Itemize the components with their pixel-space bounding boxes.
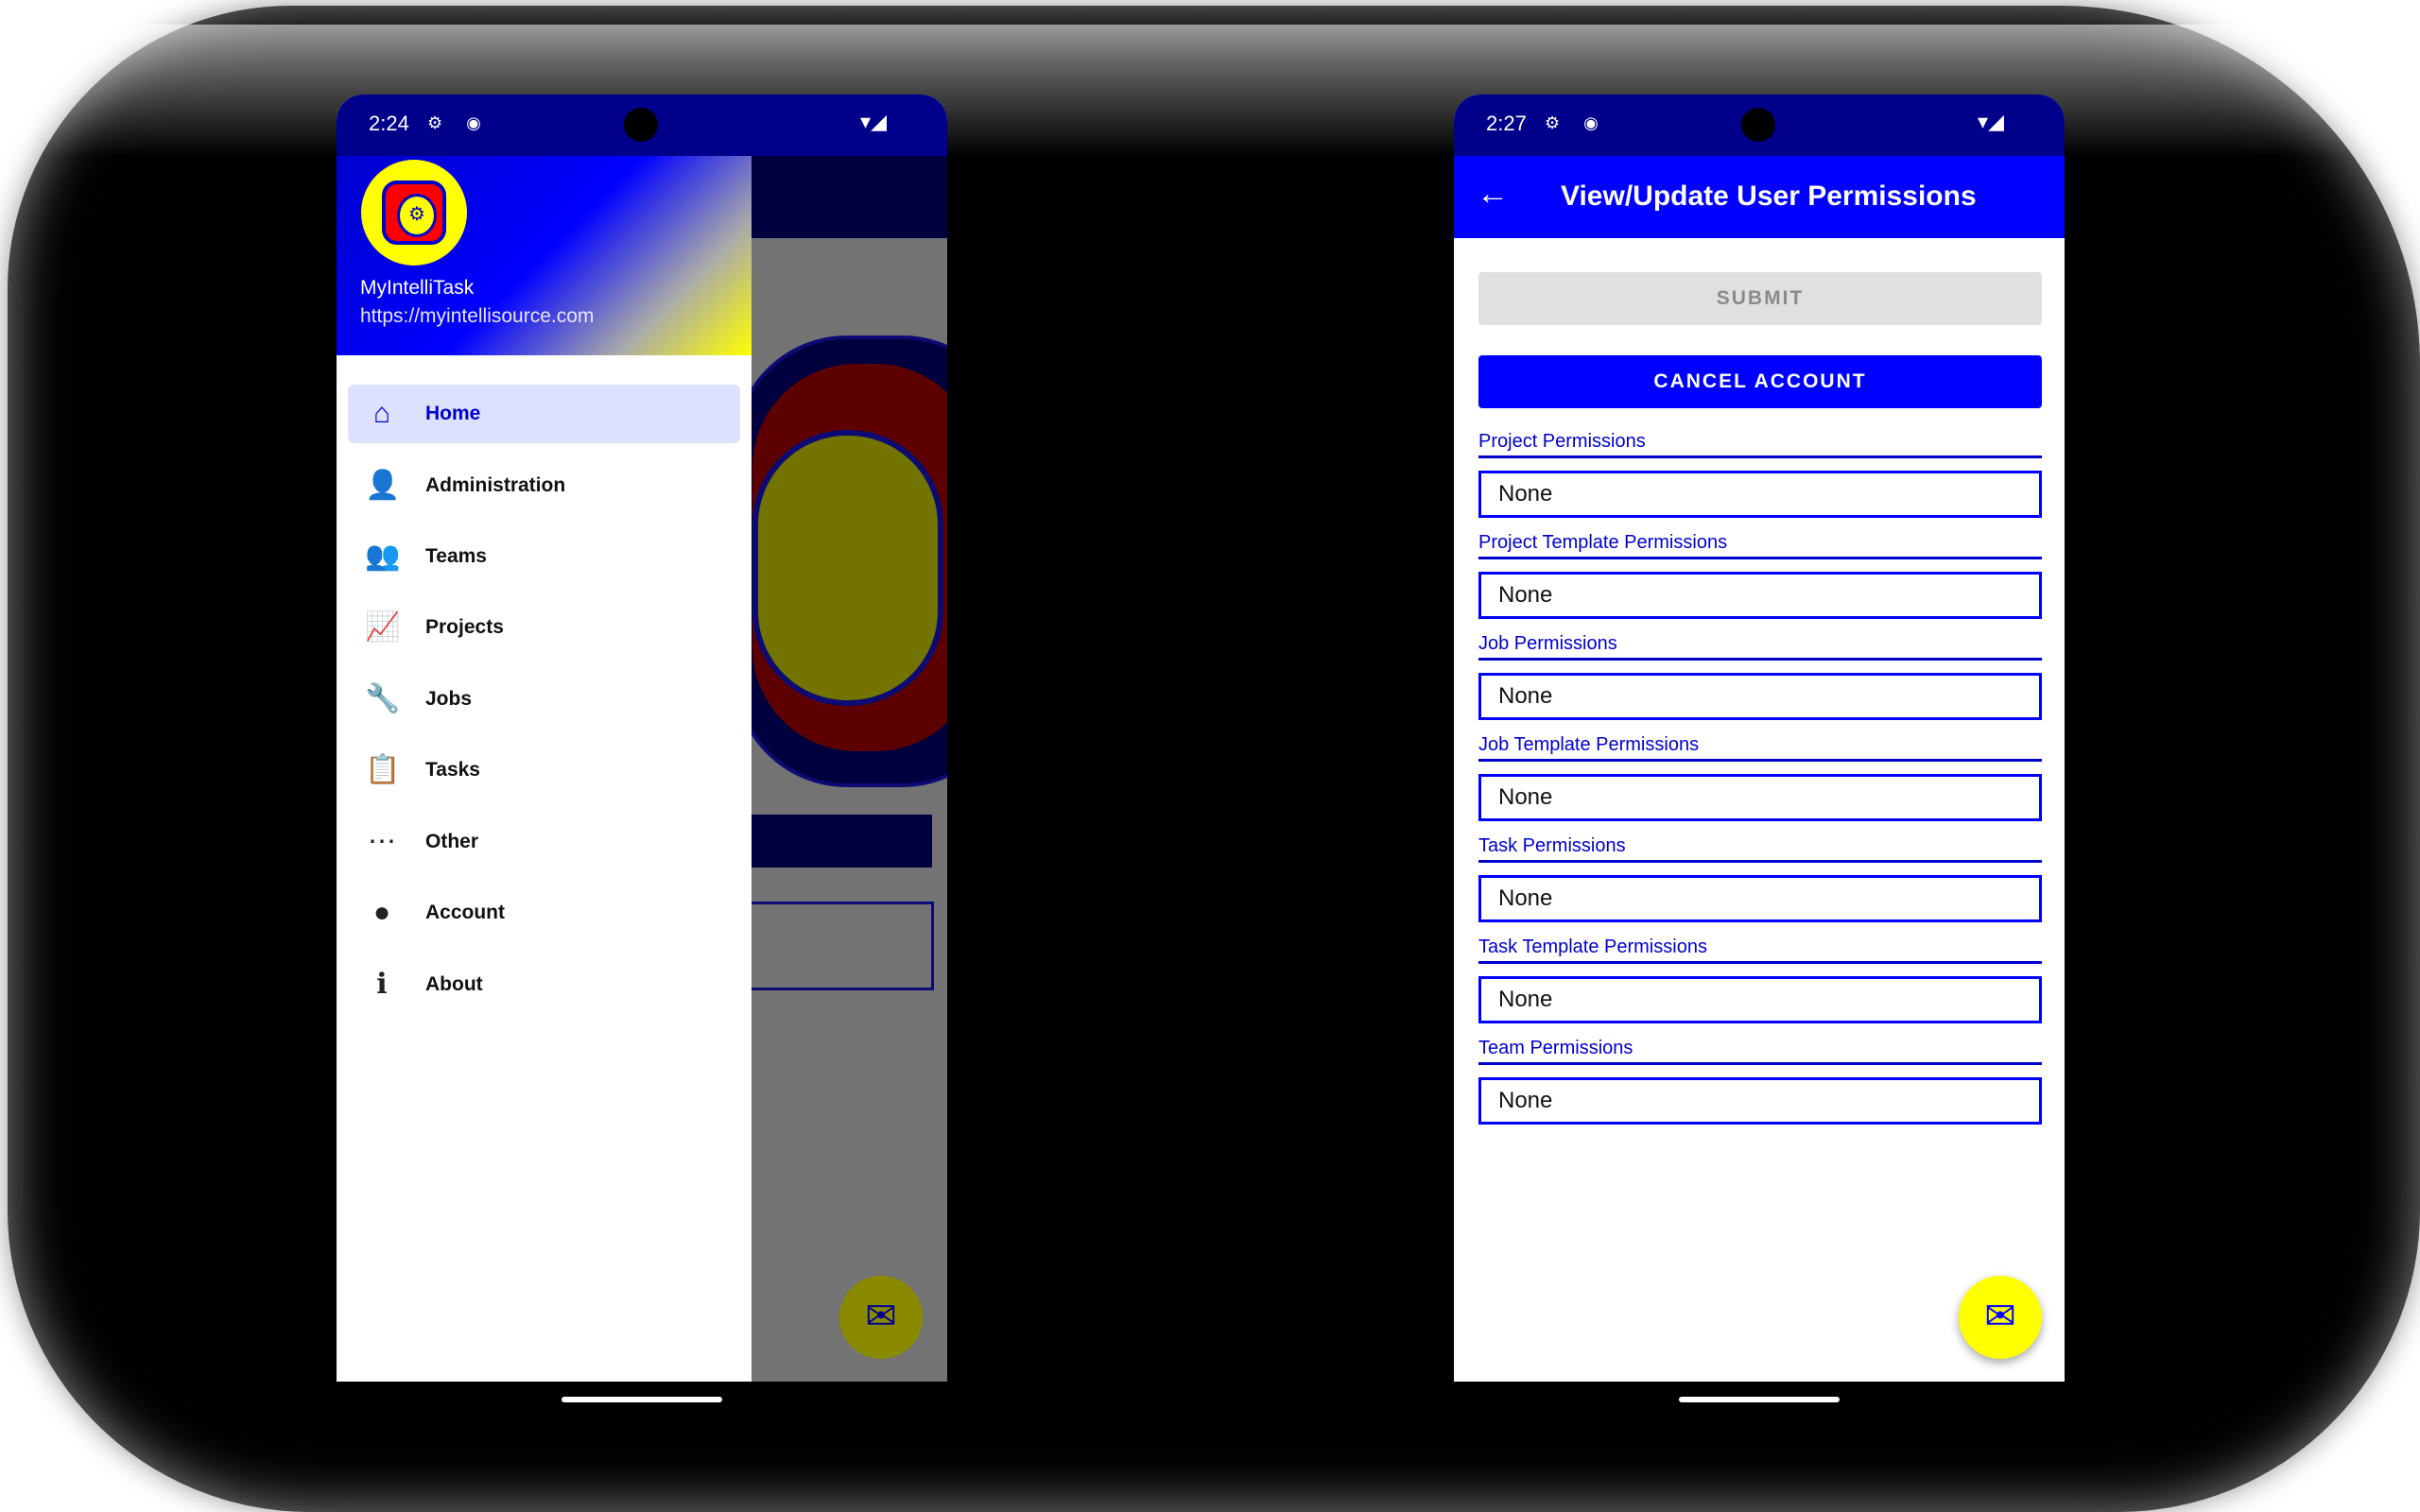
field-label: Team Permissions [1478, 1038, 1634, 1058]
project-template-permissions-group: Project Template Permissions None [1478, 532, 2042, 625]
divider [1478, 658, 2042, 661]
drawer-app-name: MyIntelliTask [360, 277, 475, 299]
task-permissions-group: Task Permissions None [1478, 835, 2042, 928]
task-template-permissions-group: Task Template Permissions None [1478, 936, 2042, 1029]
other-icon: ⋯ [368, 826, 396, 857]
background-fab-mail-icon: ✉ [839, 1276, 923, 1359]
project-permissions-select[interactable]: None [1478, 471, 2042, 518]
field-label: Job Template Permissions [1478, 734, 1700, 755]
task-permissions-select[interactable]: None [1478, 875, 2042, 922]
menu-item-teams[interactable]: 👥 Teams [348, 527, 740, 586]
menu-item-tasks[interactable]: 📋 Tasks [348, 741, 740, 799]
project-template-permissions-select[interactable]: None [1478, 572, 2042, 619]
account-icon: ● [372, 897, 391, 928]
divider [1478, 759, 2042, 762]
job-permissions-group: Job Permissions None [1478, 633, 2042, 726]
menu-item-administration[interactable]: 👤 Administration [348, 456, 740, 515]
job-template-permissions-select[interactable]: None [1478, 774, 2042, 821]
status-time: 2:24 [369, 112, 409, 135]
status-notification-icons: ⚙ ◉ [427, 113, 491, 132]
menu-item-label: Jobs [425, 688, 473, 710]
field-label: Job Permissions [1478, 633, 1617, 654]
signal-icon: ▾◢ [1978, 110, 2004, 133]
menu-item-label: Projects [425, 616, 504, 638]
status-time: 2:27 [1486, 112, 1527, 135]
signal-icon: ▾◢ [860, 110, 887, 133]
about-icon: ℹ [376, 969, 388, 1000]
menu-item-label: Teams [425, 545, 487, 567]
menu-item-jobs[interactable]: 🔧 Jobs [348, 670, 740, 729]
page-title: View/Update User Permissions [1561, 180, 1977, 212]
field-label: Project Template Permissions [1478, 532, 1728, 553]
field-label: Project Permissions [1478, 431, 1646, 452]
phone-left: 2:24 ⚙ ◉ ▾◢ ✉ ⚙ MyIntelliTask https://my… [337, 94, 947, 1382]
field-label: Task Template Permissions [1478, 936, 1707, 957]
divider [1478, 961, 2042, 964]
app-logo-badge: ⚙ [382, 180, 446, 245]
lightbulb-gear-icon: ⚙ [397, 194, 437, 237]
divider [1478, 557, 2042, 559]
drawer-app-url[interactable]: https://myintellisource.com [360, 305, 594, 328]
menu-item-label: Administration [425, 474, 566, 496]
back-arrow-icon[interactable]: ← [1477, 175, 1509, 213]
status-notification-icons: ⚙ ◉ [1545, 113, 1608, 132]
divider [1478, 1062, 2042, 1065]
gesture-bar-left[interactable] [562, 1397, 722, 1402]
teams-icon: 👥 [365, 541, 401, 572]
team-permissions-select[interactable]: None [1478, 1077, 2042, 1125]
field-label: Task Permissions [1478, 835, 1626, 856]
gesture-bar-right[interactable] [1679, 1397, 1840, 1402]
admin-icon: 👤 [365, 470, 401, 501]
submit-button[interactable]: SUBMIT [1478, 272, 2042, 325]
mail-fab-icon[interactable]: ✉ [1959, 1276, 2042, 1359]
job-template-permissions-group: Job Template Permissions None [1478, 734, 2042, 827]
camera-cutout [624, 108, 658, 142]
phone-right: 2:27 ⚙ ◉ ▾◢ ← View/Update User Permissio… [1454, 94, 2065, 1382]
status-bar: 2:24 ⚙ ◉ ▾◢ [337, 94, 947, 156]
task-template-permissions-select[interactable]: None [1478, 976, 2042, 1023]
projects-icon: 📈 [365, 611, 401, 643]
app-bar: ← View/Update User Permissions [1454, 156, 2065, 238]
menu-item-home[interactable]: ⌂ Home [348, 385, 740, 443]
menu-item-other[interactable]: ⋯ Other [348, 813, 740, 871]
menu-item-account[interactable]: ● Account [348, 884, 740, 942]
home-icon: ⌂ [372, 398, 391, 429]
project-permissions-group: Project Permissions None [1478, 431, 2042, 524]
menu-item-label: Tasks [425, 759, 480, 781]
jobs-icon: 🔧 [365, 683, 401, 714]
divider [1478, 455, 2042, 458]
app-logo: ⚙ [361, 160, 467, 266]
menu-item-label: Other [425, 831, 479, 852]
tasks-icon: 📋 [365, 754, 401, 785]
menu-item-projects[interactable]: 📈 Projects [348, 598, 740, 657]
cancel-account-button[interactable]: CANCEL ACCOUNT [1478, 355, 2042, 408]
team-permissions-group: Team Permissions None [1478, 1038, 2042, 1130]
status-bar: 2:27 ⚙ ◉ ▾◢ [1454, 94, 2065, 156]
menu-item-about[interactable]: ℹ About [348, 955, 740, 1014]
navigation-drawer: ⚙ MyIntelliTask https://myintellisource.… [337, 156, 752, 1382]
camera-cutout [1741, 108, 1775, 142]
menu-item-label: About [425, 973, 483, 995]
job-permissions-select[interactable]: None [1478, 673, 2042, 720]
divider [1478, 860, 2042, 863]
menu-item-label: Account [425, 902, 505, 923]
drawer-header: ⚙ MyIntelliTask https://myintellisource.… [337, 156, 752, 355]
menu-item-label: Home [425, 403, 481, 424]
